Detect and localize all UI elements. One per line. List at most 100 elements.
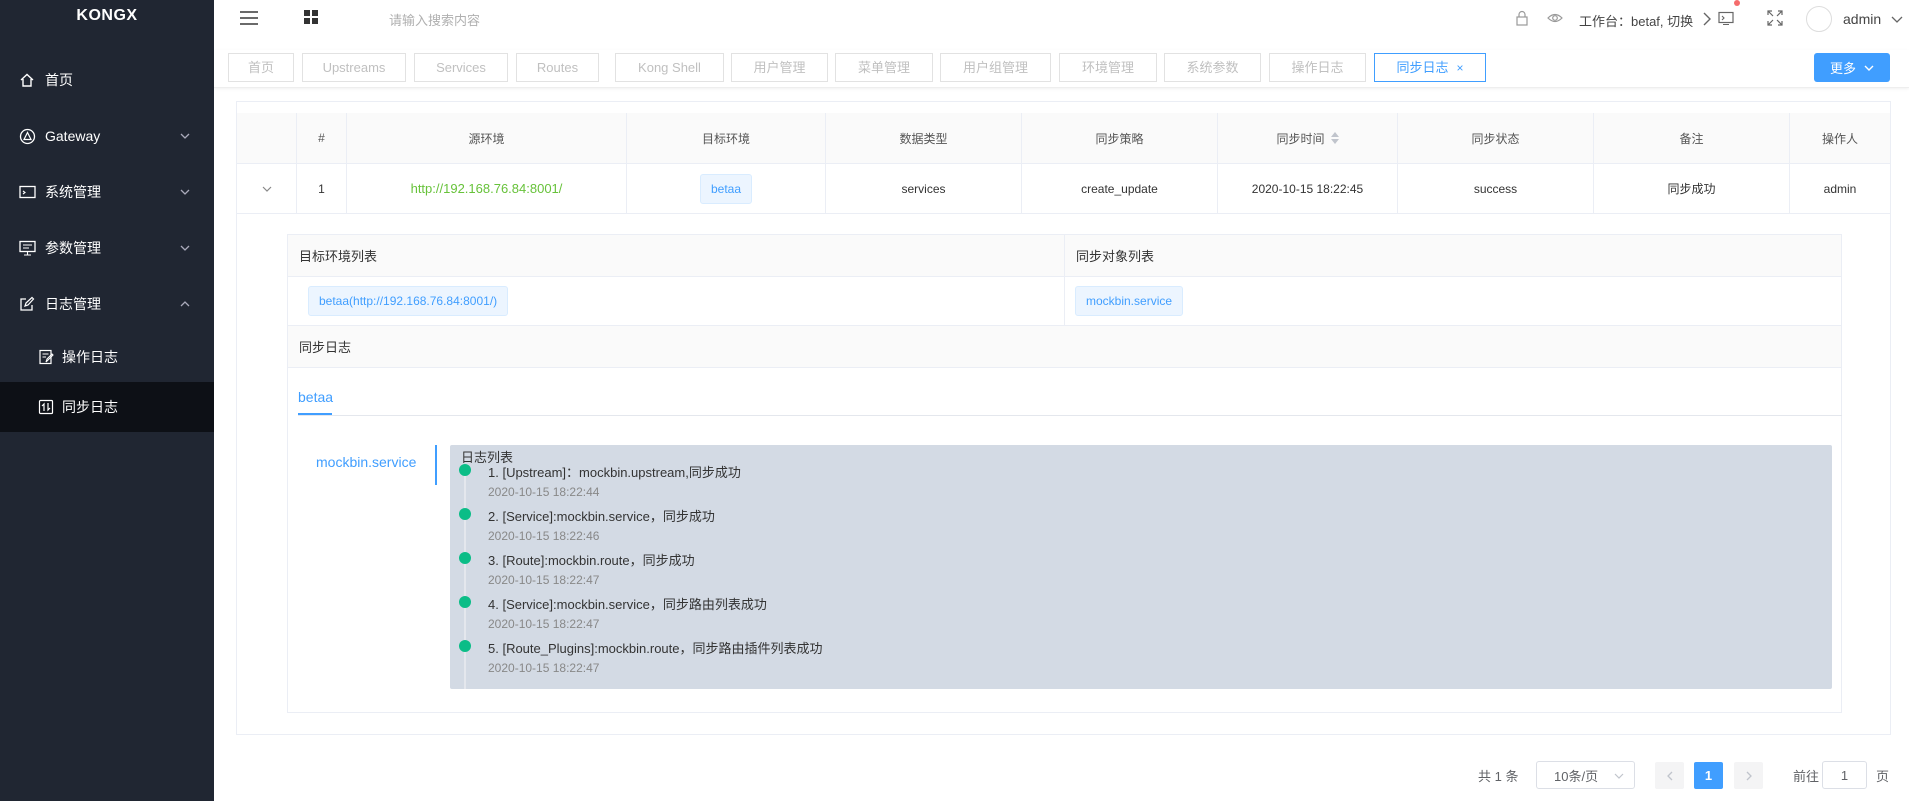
log-time: 2020-10-15 18:22:47: [488, 661, 600, 675]
prev-page-button[interactable]: [1655, 762, 1684, 789]
tag-services[interactable]: Services: [414, 53, 508, 82]
sidebar-item-params[interactable]: 参数管理: [0, 220, 214, 276]
tag-label: 同步日志: [1396, 60, 1449, 75]
menu-toggle-icon[interactable]: [240, 10, 258, 26]
timeline-dot: [459, 464, 471, 476]
eye-icon[interactable]: [1547, 10, 1563, 26]
notification-dot: [1734, 0, 1740, 6]
lock-icon[interactable]: [1514, 10, 1530, 26]
home-icon: [18, 71, 36, 89]
tag-menu-management[interactable]: 菜单管理: [835, 53, 933, 82]
column-header: 备注: [1594, 113, 1790, 163]
fullscreen-icon[interactable]: [1767, 10, 1783, 26]
sync-object-tag: mockbin.service: [1075, 286, 1184, 316]
column-header: 源环境: [347, 113, 627, 163]
sidebar-subitem-operation-log[interactable]: 操作日志: [0, 332, 214, 382]
timeline-dot: [459, 640, 471, 652]
sync-log-header: 同步日志: [288, 326, 1841, 368]
next-page-button[interactable]: [1734, 762, 1763, 789]
column-header: 数据类型: [826, 113, 1022, 163]
tag-home[interactable]: 首页: [228, 53, 294, 82]
desktop-icon: [18, 239, 36, 257]
tag-system-params[interactable]: 系统参数: [1164, 53, 1261, 82]
document-edit-icon: [38, 349, 54, 365]
screen-icon[interactable]: [1718, 10, 1734, 26]
target-env-cell: betaa: [627, 164, 826, 213]
source-env-link[interactable]: http://192.168.76.84:8001/: [411, 181, 563, 196]
tag-operation-log[interactable]: 操作日志: [1269, 53, 1366, 82]
tag-user-management[interactable]: 用户管理: [731, 53, 828, 82]
log-list-panel: 日志列表 1. [Upstream]：mockbin.upstream,同步成功…: [450, 445, 1832, 689]
more-button[interactable]: 更多: [1814, 53, 1890, 82]
column-header: 同步状态: [1398, 113, 1594, 163]
sync-document-icon: [38, 399, 54, 415]
log-time: 2020-10-15 18:22:44: [488, 485, 600, 499]
chevron-right-icon[interactable]: [1702, 11, 1712, 27]
sidebar-item-home[interactable]: 首页: [0, 52, 214, 108]
tab-mockbin-service[interactable]: mockbin.service: [316, 454, 416, 470]
log-time: 2020-10-15 18:22:47: [488, 573, 600, 587]
target-env-list-cell: betaa(http://192.168.76.84:8001/): [288, 277, 1065, 326]
sidebar-item-gateway[interactable]: Gateway: [0, 108, 214, 164]
sort-icon[interactable]: [1330, 132, 1339, 144]
table-header: # 源环境 目标环境 数据类型 同步策略 同步时间 同步状态 备注 操作人: [237, 113, 1890, 164]
sidebar-item-system[interactable]: 系统管理: [0, 164, 214, 220]
active-tab-indicator: [298, 413, 332, 415]
page-number-button[interactable]: 1: [1694, 762, 1723, 789]
app-logo: KONGX: [76, 7, 138, 24]
page-size-select[interactable]: 10条/页: [1536, 761, 1635, 789]
target-env-tag: betaa: [699, 173, 753, 204]
search-input[interactable]: [389, 10, 589, 30]
log-time: 2020-10-15 18:22:47: [488, 617, 600, 631]
close-icon[interactable]: ×: [1457, 61, 1464, 75]
column-header: 同步策略: [1022, 113, 1218, 163]
main-card: # 源环境 目标环境 数据类型 同步策略 同步时间 同步状态 备注 操作人 1 …: [236, 101, 1891, 735]
chevron-down-icon[interactable]: [262, 184, 272, 194]
sidebar-item-label: 参数管理: [45, 240, 101, 256]
tag-upstreams[interactable]: Upstreams: [302, 53, 406, 82]
chevron-down-icon: [180, 245, 190, 251]
column-header-sortable[interactable]: 同步时间: [1218, 113, 1398, 163]
compass-icon: [18, 127, 36, 145]
goto-page-input[interactable]: [1822, 761, 1867, 789]
sync-object-list-header: 同步对象列表: [1065, 235, 1841, 277]
expanded-row-detail: 目标环境列表 同步对象列表 betaa(http://192.168.76.84…: [287, 234, 1842, 713]
sidebar-item-label: 日志管理: [45, 296, 101, 312]
tag-user-group-management[interactable]: 用户组管理: [940, 53, 1051, 82]
sidebar-item-logs[interactable]: 日志管理: [0, 276, 214, 332]
timeline-dot: [459, 508, 471, 520]
expand-toggle[interactable]: [237, 164, 297, 213]
remark-cell: 同步成功: [1594, 164, 1790, 213]
edit-icon: [18, 295, 36, 313]
tag-kong-shell[interactable]: Kong Shell: [615, 53, 724, 82]
timeline-dot: [459, 552, 471, 564]
sidebar-item-label: Gateway: [45, 128, 101, 144]
sidebar-item-label: 系统管理: [45, 184, 101, 200]
apps-grid-icon[interactable]: [304, 10, 318, 24]
user-name[interactable]: admin: [1843, 11, 1881, 27]
avatar[interactable]: [1806, 6, 1832, 32]
tag-routes[interactable]: Routes: [516, 53, 599, 82]
tab-betaa[interactable]: betaa: [298, 389, 333, 405]
chevron-down-icon: [1864, 65, 1874, 71]
chevron-down-icon: [1614, 773, 1624, 779]
log-text: 1. [Upstream]：mockbin.upstream,同步成功: [488, 465, 741, 480]
workspace-switcher[interactable]: 工作台：betaf, 切换: [1579, 11, 1693, 30]
sync-object-list-cell: mockbin.service: [1065, 277, 1841, 326]
source-env-cell: http://192.168.76.84:8001/: [347, 164, 627, 213]
sidebar-item-label: 首页: [45, 72, 73, 88]
chevron-down-icon[interactable]: [1891, 13, 1903, 25]
chevron-down-icon: [180, 133, 190, 139]
column-header: #: [297, 113, 347, 163]
tag-sync-log[interactable]: 同步日志 ×: [1374, 53, 1486, 82]
column-header: 目标环境: [627, 113, 826, 163]
tags-bar: 首页 Upstreams Services Routes Kong Shell …: [214, 50, 1909, 88]
target-env-list-tag: betaa(http://192.168.76.84:8001/): [308, 286, 509, 316]
log-text: 5. [Route_Plugins]:mockbin.route，同步路由插件列…: [488, 641, 823, 656]
sidebar-subitem-sync-log[interactable]: 同步日志: [0, 382, 214, 432]
status-cell: success: [1398, 164, 1594, 213]
tag-environment-management[interactable]: 环境管理: [1059, 53, 1157, 82]
column-header-label: 同步时间: [1276, 131, 1325, 146]
active-vtab-indicator: [435, 445, 437, 485]
strategy-cell: create_update: [1022, 164, 1218, 213]
